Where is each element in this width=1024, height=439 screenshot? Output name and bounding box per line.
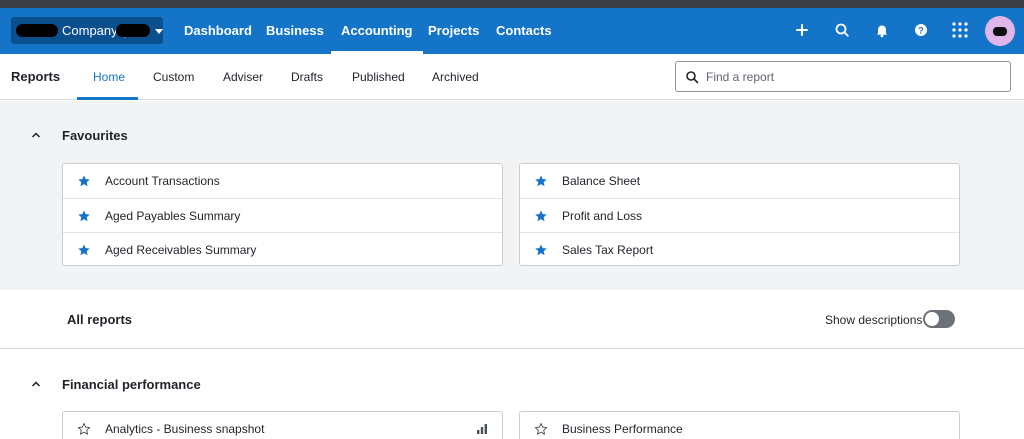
nav-link-business[interactable]: Business [266,23,324,38]
star-outline-icon[interactable] [77,422,91,436]
tab-published[interactable]: Published [352,70,405,84]
star-outline-icon[interactable] [534,422,548,436]
report-name[interactable]: Profit and Loss [562,209,642,223]
list-item[interactable]: Aged Payables Summary [63,198,502,232]
active-tab-indicator [77,97,138,100]
financial-card-right: Business Performance [519,411,960,439]
financial-card-left: Analytics - Business snapshot [62,411,503,439]
list-item[interactable]: Profit and Loss [520,198,959,232]
avatar[interactable] [985,16,1015,46]
list-item[interactable]: Business Performance [520,412,959,439]
bar-chart-icon [477,424,487,434]
all-reports-heading: All reports [67,312,133,327]
redacted-avatar-initials [993,27,1007,36]
list-item[interactable]: Analytics - Business snapshot [63,412,502,439]
app-grid-icon[interactable] [950,20,970,40]
tab-archived[interactable]: Archived [432,70,479,84]
tab-drafts[interactable]: Drafts [291,70,323,84]
star-filled-icon[interactable] [77,209,91,223]
nav-link-accounting[interactable]: Accounting [331,23,422,54]
star-filled-icon[interactable] [534,174,548,188]
chevron-up-icon[interactable] [31,380,41,388]
help-icon[interactable]: ? [911,20,931,40]
report-name[interactable]: Balance Sheet [562,174,640,188]
financial-performance-heading: Financial performance [62,377,201,392]
nav-link-projects[interactable]: Projects [428,23,479,38]
search-icon[interactable] [832,20,852,40]
list-item[interactable]: Aged Receivables Summary [63,232,502,266]
star-filled-icon[interactable] [534,209,548,223]
section-divider [0,348,1024,349]
report-name[interactable]: Analytics - Business snapshot [105,422,264,436]
organisation-switcher[interactable]: Company ( [11,17,163,44]
list-item[interactable]: Account Transactions [63,164,502,198]
show-descriptions-label: Show descriptions [825,313,923,327]
bell-icon[interactable] [872,20,892,40]
report-name[interactable]: Business Performance [562,422,683,436]
reports-subnav: Reports Home Custom Adviser Drafts Publi… [0,54,1024,100]
report-name[interactable]: Aged Payables Summary [105,209,240,223]
page-title: Reports [11,69,61,84]
tab-adviser[interactable]: Adviser [223,70,263,84]
list-item[interactable]: Sales Tax Report [520,232,959,266]
plus-icon[interactable] [792,20,812,40]
chevron-down-icon [155,29,163,34]
tab-custom[interactable]: Custom [153,70,194,84]
star-filled-icon[interactable] [77,243,91,257]
tab-home[interactable]: Home [93,70,125,84]
search-input[interactable] [706,68,996,86]
find-report-search[interactable] [675,61,1011,92]
star-filled-icon[interactable] [534,243,548,257]
list-item[interactable]: Balance Sheet [520,164,959,198]
svg-text:?: ? [918,25,924,35]
toggle-knob [925,312,939,326]
search-icon [686,71,699,84]
window-top-strip [0,0,1024,8]
nav-link-dashboard[interactable]: Dashboard [184,23,252,38]
show-descriptions-toggle[interactable] [923,310,955,328]
report-name[interactable]: Aged Receivables Summary [105,243,256,257]
chevron-up-icon[interactable] [31,131,41,139]
redacted-org-suffix [116,24,150,37]
redacted-org-prefix [16,24,58,37]
report-name[interactable]: Sales Tax Report [562,243,653,257]
report-name[interactable]: Account Transactions [105,174,220,188]
star-filled-icon[interactable] [77,174,91,188]
top-navigation-bar: Company ( Dashboard Business Accounting … [0,8,1024,54]
favourites-card-left: Account Transactions Aged Payables Summa… [62,163,503,266]
favourites-card-right: Balance Sheet Profit and Loss Sales Tax … [519,163,960,266]
nav-link-contacts[interactable]: Contacts [496,23,552,38]
favourites-heading: Favourites [62,128,128,143]
